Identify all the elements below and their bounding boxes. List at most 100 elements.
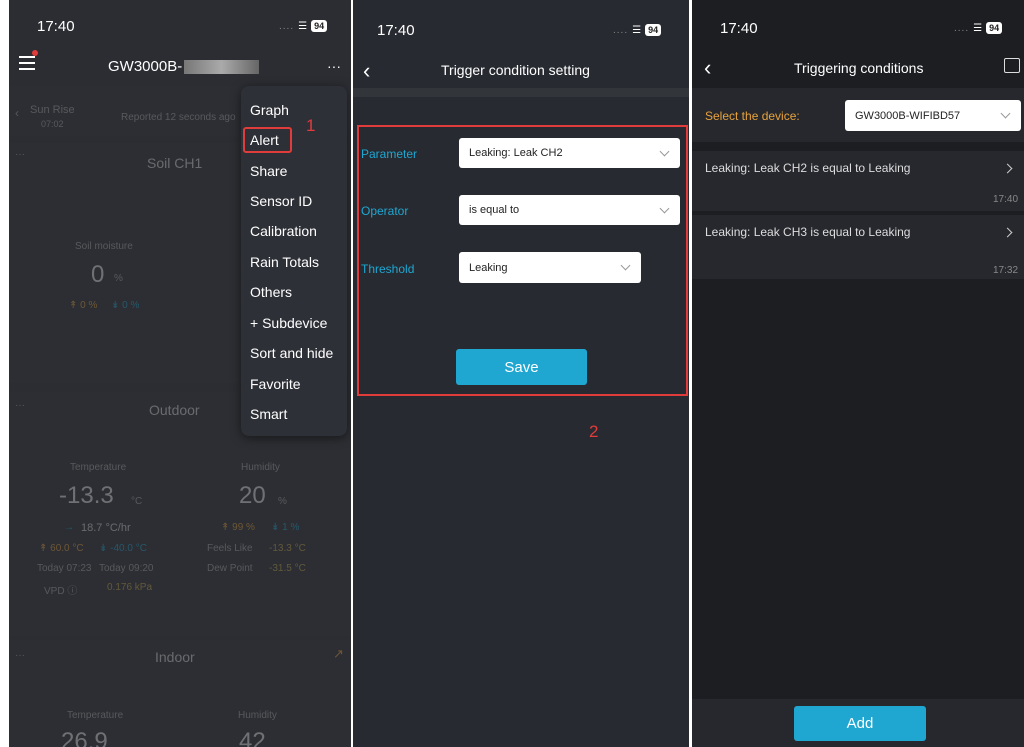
indoor-card-menu[interactable]: ··· <box>15 650 25 661</box>
battery-icon: 94 <box>645 24 662 36</box>
operator-value: is equal to <box>469 204 520 216</box>
trend-arrow-icon: → <box>64 522 74 533</box>
outdoor-hum-unit: % <box>278 496 287 507</box>
reported-text: Reported 12 seconds ago <box>121 112 236 123</box>
indoor-card-title: Indoor <box>155 649 195 665</box>
feels-like-label: Feels Like <box>207 543 253 554</box>
status-time: 17:40 <box>377 22 415 39</box>
back-chevron-icon[interactable]: ‹ <box>15 106 19 120</box>
chevron-down-icon <box>1000 108 1011 119</box>
vpd-value: 0.176 kPa <box>107 582 153 593</box>
parameter-label: Parameter <box>361 147 418 161</box>
operator-label: Operator <box>361 204 409 218</box>
vpd-label: VPD ⓘ <box>44 586 78 597</box>
max-time: Today 07:23 <box>37 563 92 574</box>
status-icons: .... ☰ 94 <box>613 24 662 36</box>
signal-icon: .... <box>613 24 629 36</box>
indoor-card[interactable]: ··· Indoor ↗ Temperature Humidity 26.9 4… <box>9 640 351 747</box>
outdoor-hum-min: ↡ 1 % <box>271 522 300 533</box>
device-value: GW3000B-WIFIBD57 <box>855 109 961 122</box>
chevron-down-icon <box>659 146 670 156</box>
chevron-right-icon <box>1002 227 1013 238</box>
menu-item-subdevice[interactable]: + Subdevice <box>250 315 327 331</box>
more-icon[interactable]: ··· <box>327 58 341 74</box>
menu-item-rain-totals[interactable]: Rain Totals <box>250 254 319 270</box>
device-title-text: GW3000B- <box>108 58 183 75</box>
outdoor-temp-value: -13.3 <box>59 482 114 509</box>
sunrise-time: 07:02 <box>41 119 64 129</box>
header-divider <box>353 88 689 97</box>
menu-item-calibration[interactable]: Calibration <box>250 223 317 239</box>
menu-item-others[interactable]: Others <box>250 284 292 300</box>
soil-min: ↡ 0 % <box>111 300 140 311</box>
wifi-icon: ☰ <box>298 20 308 32</box>
outdoor-temp-unit: °C <box>131 496 143 507</box>
select-device-label: Select the device: <box>705 109 800 123</box>
menu-item-graph[interactable]: Graph <box>250 102 289 118</box>
condition-time: 17:40 <box>993 194 1019 205</box>
step-number-2: 2 <box>589 422 599 441</box>
outdoor-temp-rate: 18.7 °C/hr <box>81 522 131 534</box>
indoor-hum-label: Humidity <box>238 710 277 721</box>
add-button[interactable]: Add <box>794 706 926 741</box>
device-select[interactable]: GW3000B-WIFIBD57 <box>845 100 1021 131</box>
triggering-conditions-panel: 17:40 .... ☰ 94 ‹ Triggering conditions … <box>692 0 1024 747</box>
status-icons: .... ☰ 94 <box>954 22 1003 34</box>
menu-item-sort-hide[interactable]: Sort and hide <box>250 345 333 361</box>
soil-card-menu[interactable]: ··· <box>15 149 25 160</box>
outdoor-card-title: Outdoor <box>149 402 200 418</box>
soil-moisture-value: 0 <box>91 261 105 288</box>
chevron-down-icon <box>659 203 670 213</box>
signal-icon: .... <box>279 20 295 32</box>
indoor-temp-value: 26.9 <box>61 728 108 747</box>
threshold-label: Threshold <box>361 262 415 276</box>
hamburger-menu-icon[interactable] <box>19 50 38 70</box>
device-settings-icon[interactable] <box>1004 58 1020 73</box>
context-menu: Graph Alert Share Sensor ID Calibration … <box>241 86 347 436</box>
chart-icon[interactable]: ↗ <box>333 646 344 662</box>
battery-icon: 94 <box>311 20 328 32</box>
chevron-down-icon <box>620 260 631 271</box>
wifi-icon: ☰ <box>973 22 983 34</box>
outdoor-hum-max: ↟ 99 % <box>221 522 255 533</box>
dew-point-label: Dew Point <box>207 563 253 574</box>
menu-item-share[interactable]: Share <box>250 163 287 179</box>
sunrise-label: Sun Rise <box>30 104 75 116</box>
outdoor-temp-label: Temperature <box>70 462 127 473</box>
condition-text: Leaking: Leak CH2 is equal to Leaking <box>705 161 911 175</box>
battery-icon: 94 <box>986 22 1003 34</box>
outdoor-hum-value: 20 <box>239 482 266 509</box>
menu-item-favorite[interactable]: Favorite <box>250 376 301 392</box>
page-title: Triggering conditions <box>794 60 924 76</box>
back-icon[interactable]: ‹ <box>363 58 370 84</box>
outdoor-temp-min: ↡ -40.0 °C <box>99 543 147 554</box>
outdoor-temp-max: ↟ 60.0 °C <box>39 543 84 554</box>
page-title: Trigger condition setting <box>441 62 590 78</box>
menu-item-sensor-id[interactable]: Sensor ID <box>250 193 312 209</box>
redacted-name <box>184 60 260 75</box>
step-number-1: 1 <box>306 116 316 135</box>
dew-point-value: -31.5 °C <box>269 563 306 574</box>
feels-like-value: -13.3 °C <box>269 543 306 554</box>
min-time: Today 09:20 <box>99 563 154 574</box>
back-icon[interactable]: ‹ <box>704 55 711 81</box>
condition-row[interactable]: Leaking: Leak CH3 is equal to Leaking 17… <box>692 215 1024 279</box>
signal-icon: .... <box>954 22 970 34</box>
status-time: 17:40 <box>37 18 75 35</box>
parameter-select[interactable]: Leaking: Leak CH2 <box>459 138 680 168</box>
operator-select[interactable]: is equal to <box>459 195 680 225</box>
indoor-temp-label: Temperature <box>67 710 124 721</box>
outdoor-card-menu[interactable]: ··· <box>15 400 25 411</box>
save-button[interactable]: Save <box>456 349 587 385</box>
condition-time: 17:32 <box>993 265 1019 276</box>
soil-moisture-label: Soil moisture <box>75 241 133 252</box>
menu-item-alert[interactable]: Alert <box>250 132 279 148</box>
outdoor-hum-label: Humidity <box>241 462 280 473</box>
device-title[interactable]: GW3000B- <box>108 58 260 75</box>
trigger-setting-panel: 17:40 .... ☰ 94 ‹ Trigger condition sett… <box>353 0 689 747</box>
soil-max: ↟ 0 % <box>69 300 98 311</box>
condition-row[interactable]: Leaking: Leak CH2 is equal to Leaking 17… <box>692 151 1024 211</box>
indoor-hum-value: 42 <box>239 728 266 747</box>
menu-item-smart[interactable]: Smart <box>250 406 287 422</box>
threshold-select[interactable]: Leaking <box>459 252 641 283</box>
